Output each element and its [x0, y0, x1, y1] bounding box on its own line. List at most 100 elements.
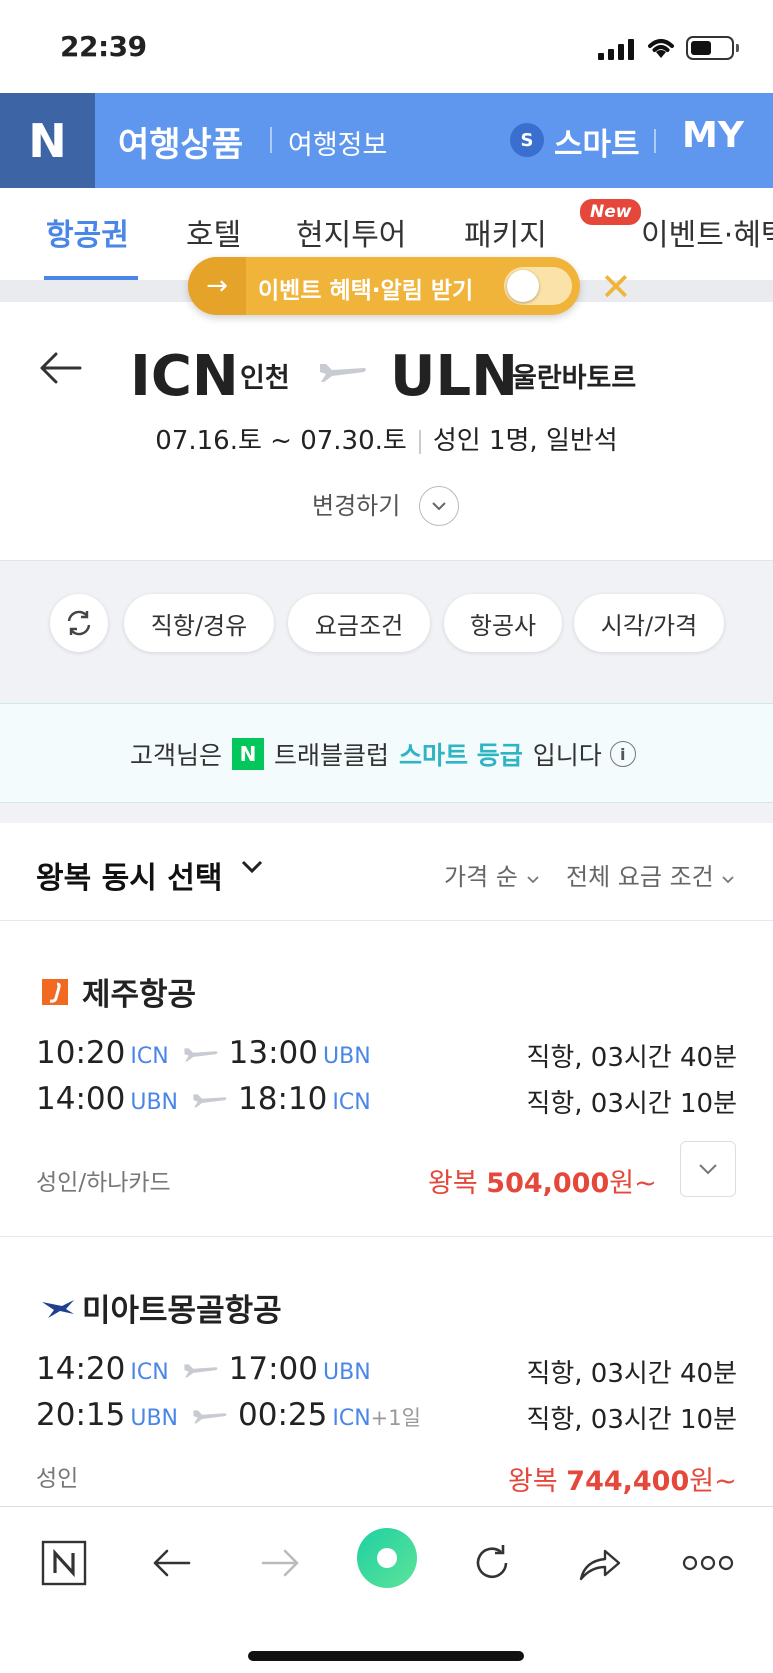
- inbound-leg: 20:15 UBN 00:25 ICN +1일: [36, 1397, 421, 1433]
- header-title[interactable]: 여행상품: [118, 117, 243, 166]
- price-suffix: 원~: [609, 1168, 657, 1199]
- plane-icon: [184, 1048, 218, 1062]
- departure-time: 20:15: [36, 1397, 126, 1433]
- round-trip-select[interactable]: 왕복 동시 선택: [36, 853, 223, 897]
- airline-name: 미아트몽골항공: [82, 1293, 282, 1329]
- back-button[interactable]: [142, 1533, 202, 1593]
- header-divider-2: [654, 129, 656, 153]
- event-alert-banner[interactable]: → 이벤트 혜택·알림 받기: [188, 257, 580, 315]
- header-travel-info-link[interactable]: 여행정보: [288, 123, 387, 162]
- back-arrow-icon[interactable]: [36, 348, 84, 388]
- chevron-down-icon: [699, 1164, 717, 1175]
- flight-result-card[interactable]: 제주항공 10:20 ICN 13:00 UBN 직항, 03시간 40분 14…: [0, 921, 773, 1237]
- tab-flights[interactable]: 항공권: [46, 210, 129, 254]
- smart-link[interactable]: 스마트: [554, 119, 640, 164]
- departure-airport: ICN: [130, 1044, 169, 1069]
- sort-row: 왕복 동시 선택 가격 순 전체 요금 조건: [0, 823, 773, 921]
- my-link[interactable]: MY: [682, 115, 744, 156]
- filter-airline[interactable]: 항공사: [444, 594, 562, 652]
- chevron-down-icon: [526, 876, 539, 884]
- price-suffix: 원~: [689, 1466, 737, 1497]
- departure-airport: UBN: [130, 1406, 178, 1431]
- filter-time-price[interactable]: 시각/가격: [574, 594, 724, 652]
- expand-button[interactable]: [680, 1141, 736, 1197]
- sort-price-dropdown[interactable]: 가격 순: [444, 857, 540, 892]
- fare-condition-dropdown[interactable]: 전체 요금 조건: [566, 857, 735, 892]
- grade-level: 스마트 등급: [399, 741, 523, 770]
- departure-time: 14:20: [36, 1351, 126, 1387]
- passenger-info: 성인 1명, 일반석: [432, 426, 618, 456]
- fare-condition-label: 전체 요금 조건: [566, 863, 714, 891]
- trip-info: 07.16.토 ~ 07.30.토 성인 1명, 일반석: [0, 420, 773, 457]
- origin-code: ICN: [130, 344, 239, 409]
- grade-club: 트래블클럽: [274, 741, 390, 770]
- fare-type: 성인/하나카드: [36, 1170, 171, 1196]
- close-icon[interactable]: ✕: [600, 268, 632, 306]
- plane-icon: [193, 1094, 227, 1108]
- info-icon[interactable]: i: [609, 741, 636, 767]
- forward-button[interactable]: [250, 1533, 310, 1593]
- event-alert-label: 이벤트 혜택·알림 받기: [258, 278, 474, 304]
- filter-bar: 직항/경유 요금조건 항공사 시각/가격: [0, 560, 773, 683]
- green-dot-button[interactable]: [354, 1525, 420, 1591]
- plane-icon: [193, 1410, 227, 1424]
- event-alert-toggle[interactable]: [504, 267, 572, 305]
- naver-n-icon: [41, 1540, 87, 1586]
- tab-events[interactable]: 이벤트·혜택: [641, 210, 773, 254]
- price: 왕복 744,400원~: [508, 1459, 737, 1498]
- chevron-down-icon[interactable]: [419, 486, 459, 526]
- filter-direct-transfer[interactable]: 직항/경유: [124, 594, 274, 652]
- outbound-leg: 14:20 ICN 17:00 UBN: [36, 1351, 371, 1387]
- arrow-right-icon: →: [188, 257, 246, 315]
- change-button[interactable]: 변경하기: [312, 486, 400, 521]
- reload-button[interactable]: [462, 1533, 522, 1593]
- status-time: 22:39: [60, 30, 147, 63]
- outbound-duration: 직항, 03시간 40분: [526, 1359, 737, 1389]
- refresh-button[interactable]: [50, 594, 108, 652]
- destination-code: ULN: [390, 344, 519, 409]
- status-bar: 22:39: [0, 0, 773, 93]
- arrival-airport: ICN: [332, 1406, 371, 1431]
- next-day-label: +1일: [370, 1406, 421, 1430]
- chevron-down-icon[interactable]: [240, 859, 264, 875]
- share-icon: [579, 1549, 621, 1581]
- forward-arrow-icon: [261, 1549, 299, 1577]
- destination-city: 울란바토르: [512, 363, 637, 394]
- more-button[interactable]: [678, 1533, 738, 1593]
- tab-local-tour[interactable]: 현지투어: [296, 210, 406, 254]
- naver-home-button[interactable]: [34, 1533, 94, 1593]
- wifi-icon: [648, 39, 674, 58]
- home-indicator[interactable]: [248, 1651, 524, 1661]
- separator: [0, 683, 773, 703]
- price: 왕복 504,000원~: [428, 1161, 657, 1200]
- naver-logo[interactable]: N: [0, 93, 95, 188]
- arrival-time: 18:10: [238, 1081, 328, 1117]
- plane-icon: [320, 364, 366, 382]
- refresh-icon: [67, 610, 91, 636]
- inbound-duration: 직항, 03시간 10분: [526, 1405, 737, 1435]
- tab-hotel[interactable]: 호텔: [186, 210, 241, 254]
- sort-price-label: 가격 순: [444, 863, 518, 891]
- flight-result-card[interactable]: 미아트몽골항공 14:20 ICN 17:00 UBN 직항, 03시간 40분…: [0, 1237, 773, 1506]
- outbound-leg: 10:20 ICN 13:00 UBN: [36, 1035, 371, 1071]
- price-value: 504,000: [486, 1168, 610, 1199]
- app-header: N 여행상품 여행정보 S 스마트 MY: [0, 93, 773, 188]
- departure-airport: ICN: [130, 1360, 169, 1385]
- share-button[interactable]: [570, 1533, 630, 1593]
- departure-time: 14:00: [36, 1081, 126, 1117]
- reload-icon: [476, 1545, 508, 1579]
- arrival-time: 17:00: [228, 1351, 318, 1387]
- filter-fare-condition[interactable]: 요금조건: [288, 594, 430, 652]
- arrival-time: 13:00: [228, 1035, 318, 1071]
- more-icon: [682, 1555, 734, 1571]
- tab-package[interactable]: 패키지: [464, 210, 547, 254]
- grade-suffix: 입니다: [532, 741, 602, 770]
- departure-time: 10:20: [36, 1035, 126, 1071]
- membership-banner: 고객님은 N 트래블클럽 스마트 등급 입니다 i: [0, 703, 773, 803]
- jeju-air-logo-icon: [42, 979, 68, 1005]
- outbound-duration: 직항, 03시간 40분: [526, 1043, 737, 1073]
- arrival-time: 00:25: [238, 1397, 328, 1433]
- signal-icon: [598, 38, 634, 60]
- route-summary: ICN 인천 ULN 울란바토르 07.16.토 ~ 07.30.토 성인 1명,…: [0, 302, 773, 560]
- airline-name: 제주항공: [82, 977, 197, 1013]
